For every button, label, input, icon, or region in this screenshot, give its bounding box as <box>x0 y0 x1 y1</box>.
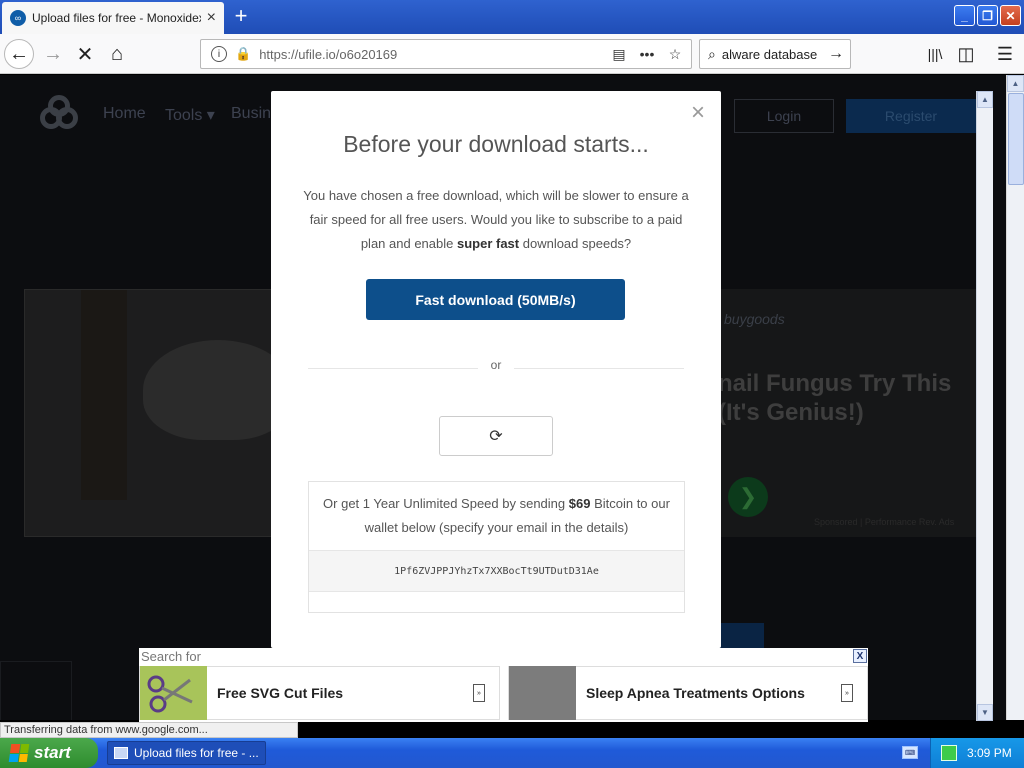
ad-headline: nail Fungus Try This (It's Genius!) <box>718 369 951 427</box>
search-go-arrow-icon[interactable]: → <box>828 45 844 63</box>
bitcoin-offer-text: Or get 1 Year Unlimited Speed by sending… <box>309 482 684 540</box>
windows-logo-icon <box>8 744 30 762</box>
browser-tab[interactable]: ∞ Upload files for free - Monoxidex8 × <box>2 2 224 34</box>
url-text[interactable]: https://ufile.io/o6o20169 <box>259 47 607 62</box>
modal-desc-part-2: download speeds? <box>519 236 632 251</box>
site-info-icon[interactable]: i <box>211 46 227 62</box>
navigation-toolbar: ← → ✕ ⌂ i 🔒 https://ufile.io/o6o20169 ▤ … <box>0 34 1024 74</box>
modal-desc-bold: super fast <box>456 236 520 251</box>
ad-brand: buygoods <box>724 311 785 327</box>
ad-arrow-icon[interactable]: » <box>473 684 485 702</box>
window-close-button[interactable]: ✕ <box>1000 5 1021 26</box>
scissors-icon <box>147 675 193 713</box>
ad-go-arrow-icon[interactable]: ❯ <box>728 477 768 517</box>
ad-image-left[interactable] <box>24 289 293 537</box>
or-separator: or <box>490 358 502 372</box>
keyboard-icon[interactable]: ⌨ <box>902 746 918 759</box>
divider-left <box>308 368 478 369</box>
start-button[interactable]: start <box>0 738 98 768</box>
site-logo[interactable] <box>38 95 86 131</box>
bookmark-star-icon[interactable]: ☆ <box>663 46 687 63</box>
address-bar[interactable]: i 🔒 https://ufile.io/o6o20169 ▤ ••• ☆ <box>200 39 692 69</box>
modal-description: You have chosen a free download, which w… <box>301 184 691 256</box>
home-button[interactable]: ⌂ <box>102 39 132 69</box>
btc-price: $69 <box>568 496 591 511</box>
screen: ∞ Upload files for free - Monoxidex8 × +… <box>0 0 1024 768</box>
reader-view-icon[interactable]: ▤ <box>607 46 631 63</box>
ad-thumbnail <box>509 666 576 720</box>
sidebar-icon[interactable]: ◫ <box>951 39 981 69</box>
ad-item-label: Free SVG Cut Files <box>217 685 344 701</box>
forward-button[interactable]: → <box>38 39 68 69</box>
menu-icon[interactable]: ☰ <box>990 39 1020 69</box>
modal-frame-scrollbar[interactable]: ▲ ▼ <box>976 91 993 721</box>
bitcoin-offer-box: Or get 1 Year Unlimited Speed by sending… <box>308 481 685 613</box>
browser-status-bar: Transferring data from www.google.com... <box>0 722 298 738</box>
network-icon[interactable] <box>941 745 957 761</box>
ad-right[interactable]: buygoods nail Fungus Try This (It's Geni… <box>714 289 976 537</box>
browser-tab-bar: ∞ Upload files for free - Monoxidex8 × +… <box>0 0 1024 34</box>
divider-right <box>514 368 684 369</box>
refresh-icon: ⟳ <box>489 428 503 445</box>
windows-taskbar: start Upload files for free - ... ⌨ 3:09… <box>0 738 1024 768</box>
system-tray: 3:09 PM <box>930 738 1024 768</box>
fast-download-button[interactable]: Fast download (50MB/s) <box>366 279 625 320</box>
search-icon: ⌕ <box>708 45 716 62</box>
bitcoin-wallet-address[interactable]: 1Pf6ZVJPPJYhzTx7XXBocTt9UTDutD31Ae <box>309 550 684 592</box>
scroll-thumb[interactable] <box>1008 93 1024 185</box>
free-download-loading-button[interactable]: ⟳ <box>439 416 553 456</box>
minimize-button[interactable]: _ <box>954 5 975 26</box>
tab-title: Upload files for free - Monoxidex8 <box>32 11 201 25</box>
modal-close-icon[interactable]: × <box>686 101 710 125</box>
scissors-thumbnail <box>140 666 207 720</box>
taskbar-item-browser[interactable]: Upload files for free - ... <box>107 741 266 765</box>
btc-text-part-1: Or get 1 Year Unlimited Speed by sending <box>323 496 569 511</box>
tab-close-icon[interactable]: × <box>207 9 216 27</box>
clock: 3:09 PM <box>967 746 1012 760</box>
ad-fineprint: Sponsored | Performance Rev. Ads <box>814 517 955 527</box>
ad-item-label: Sleep Apnea Treatments Options <box>586 685 805 701</box>
page-grid-cell <box>0 661 72 720</box>
ad-item-sleep-apnea[interactable]: Sleep Apnea Treatments Options » <box>508 666 868 720</box>
login-button[interactable]: Login <box>734 99 834 133</box>
back-button[interactable]: ← <box>4 39 34 69</box>
ad-hand-shape <box>81 290 127 500</box>
scroll-up-arrow-icon[interactable]: ▲ <box>1007 75 1024 92</box>
ad-search-for-label: Search for <box>141 649 201 664</box>
browser-vertical-scrollbar[interactable]: ▲ <box>1006 75 1024 720</box>
ad-item-svg-cut-files[interactable]: Free SVG Cut Files » <box>139 666 500 720</box>
ad-headline-line-1: nail Fungus Try This <box>718 370 952 397</box>
ad-close-icon[interactable]: X <box>853 649 867 663</box>
site-nav-home[interactable]: Home <box>103 105 146 123</box>
page-actions-icon[interactable]: ••• <box>635 46 659 62</box>
lock-icon: 🔒 <box>235 46 252 61</box>
start-label: start <box>34 743 71 762</box>
search-bar[interactable]: ⌕ alware database → <box>699 39 851 69</box>
restore-button[interactable]: ❐ <box>977 5 998 26</box>
ad-headline-line-2: (It's Genius!) <box>718 399 864 426</box>
new-tab-button[interactable]: + <box>230 4 252 28</box>
search-input[interactable]: alware database <box>722 47 828 62</box>
modal-title: Before your download starts... <box>343 131 649 157</box>
frame-scroll-up-arrow-icon[interactable]: ▲ <box>977 91 993 108</box>
bottom-ad-banner: Search for X Free SVG Cut Files » Sleep … <box>139 648 868 722</box>
library-icon[interactable]: |||\ <box>920 39 950 69</box>
download-modal: × Before your download starts... You hav… <box>271 91 721 648</box>
taskbar-item-label: Upload files for free - ... <box>134 746 259 760</box>
ufile-logo-icon: ∞ <box>10 10 26 26</box>
browser-window-icon <box>114 747 128 759</box>
window-controls: _ ❐ ✕ <box>954 5 1021 26</box>
site-nav-business[interactable]: Busin <box>231 105 271 123</box>
site-nav-tools[interactable]: Tools ▾ <box>165 105 215 125</box>
stop-button[interactable]: ✕ <box>70 39 100 69</box>
frame-scroll-down-arrow-icon[interactable]: ▼ <box>977 704 993 721</box>
ad-arrow-icon[interactable]: » <box>841 684 853 702</box>
register-button[interactable]: Register <box>846 99 976 133</box>
